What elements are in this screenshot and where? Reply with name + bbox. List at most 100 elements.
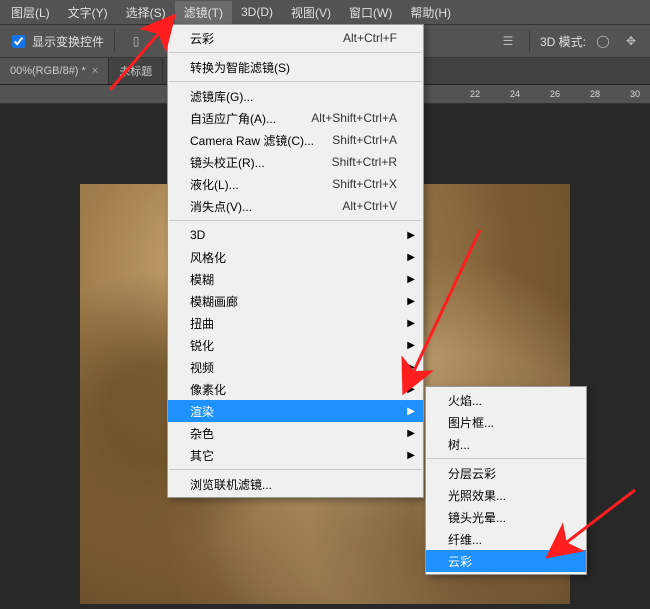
- menu-item-label: 云彩: [190, 30, 214, 47]
- ruler-tick: 26: [550, 89, 560, 99]
- menu-item-label: 像素化: [190, 381, 226, 398]
- menu-item-other[interactable]: 其它 ▶: [168, 444, 423, 466]
- menu-item-3d[interactable]: 3D▶: [168, 224, 423, 246]
- submenu-item-difference-clouds[interactable]: 分层云彩: [426, 462, 586, 484]
- submenu-item-lens-flare[interactable]: 镜头光晕...: [426, 506, 586, 528]
- menu-item-label: 图片框...: [448, 414, 494, 431]
- orbit-icon[interactable]: ◯: [592, 30, 614, 52]
- menu-item-label: 视频: [190, 359, 214, 376]
- menu-item-pixelate[interactable]: 像素化 ▶: [168, 378, 423, 400]
- menu-item-shortcut: Alt+Ctrl+F: [343, 31, 397, 45]
- menu-item-sharpen[interactable]: 锐化 ▶: [168, 334, 423, 356]
- menu-item-label: Camera Raw 滤镜(C)...: [190, 132, 314, 149]
- menu-item-label: 云彩: [448, 553, 472, 570]
- menu-item-blur-gallery[interactable]: 模糊画廊 ▶: [168, 290, 423, 312]
- menu-item-camera-raw[interactable]: Camera Raw 滤镜(C)... Shift+Ctrl+A: [168, 129, 423, 151]
- menu-item-label: 锐化: [190, 337, 214, 354]
- submenu-item-fibers[interactable]: 纤维...: [426, 528, 586, 550]
- pan-icon[interactable]: ✥: [620, 30, 642, 52]
- menu-item-label: 纤维...: [448, 531, 482, 548]
- menu-item-shortcut: Alt+Shift+Ctrl+A: [311, 111, 397, 125]
- close-icon[interactable]: ×: [92, 65, 98, 77]
- menu-item-label: 其它: [190, 447, 214, 464]
- menu-item-label: 自适应广角(A)...: [190, 110, 276, 127]
- menu-item-label: 扭曲: [190, 315, 214, 332]
- submenu-item-clouds[interactable]: 云彩: [426, 550, 586, 572]
- align-icon[interactable]: ☰: [497, 30, 519, 52]
- menu-item-blur[interactable]: 模糊 ▶: [168, 268, 423, 290]
- chevron-right-icon: ▶: [407, 318, 415, 329]
- menu-item-label: 消失点(V)...: [190, 198, 252, 215]
- chevron-right-icon: ▶: [407, 296, 415, 307]
- chevron-right-icon: ▶: [407, 340, 415, 351]
- menu-item-label: 渲染: [190, 403, 214, 420]
- menu-item-render[interactable]: 渲染 ▶: [168, 400, 423, 422]
- menu-item-convert-smart[interactable]: 转换为智能滤镜(S): [168, 56, 423, 78]
- menu-item-noise[interactable]: 杂色 ▶: [168, 422, 423, 444]
- menu-item-label: 树...: [448, 436, 470, 453]
- menu-3d[interactable]: 3D(D): [232, 2, 282, 22]
- chevron-right-icon: ▶: [407, 406, 415, 417]
- transform-label: 显示变换控件: [32, 33, 104, 50]
- ruler-tick: 22: [470, 89, 480, 99]
- menu-item-label: 浏览联机滤镜...: [190, 476, 272, 493]
- menu-item-label: 风格化: [190, 249, 226, 266]
- menu-item-browse-online[interactable]: 浏览联机滤镜...: [168, 473, 423, 495]
- menu-item-label: 转换为智能滤镜(S): [190, 59, 290, 76]
- tab-label: 00%(RGB/8#) *: [10, 65, 86, 77]
- menu-item-shortcut: Shift+Ctrl+R: [332, 155, 397, 169]
- show-transform-controls-checkbox[interactable]: 显示变换控件: [8, 32, 104, 51]
- menu-item-label: 模糊: [190, 271, 214, 288]
- render-submenu: 火焰... 图片框... 树... 分层云彩 光照效果... 镜头光晕... 纤…: [425, 386, 587, 575]
- filter-menu: 云彩 Alt+Ctrl+F 转换为智能滤镜(S) 滤镜库(G)... 自适应广角…: [167, 24, 424, 498]
- ruler-tick: 30: [630, 89, 640, 99]
- menu-item-lens-correction[interactable]: 镜头校正(R)... Shift+Ctrl+R: [168, 151, 423, 173]
- menu-item-shortcut: Alt+Ctrl+V: [342, 199, 397, 213]
- menu-item-label: 镜头校正(R)...: [190, 154, 265, 171]
- menu-item-vanishing-point[interactable]: 消失点(V)... Alt+Ctrl+V: [168, 195, 423, 217]
- submenu-item-lighting-effects[interactable]: 光照效果...: [426, 484, 586, 506]
- chevron-right-icon: ▶: [407, 252, 415, 263]
- menu-item-video[interactable]: 视频 ▶: [168, 356, 423, 378]
- menu-item-label: 分层云彩: [448, 465, 496, 482]
- ruler-tick: 28: [590, 89, 600, 99]
- tab-document-2[interactable]: 未标题: [109, 58, 163, 84]
- menu-item-filter-gallery[interactable]: 滤镜库(G)...: [168, 85, 423, 107]
- chevron-right-icon: ▶: [407, 384, 415, 395]
- menubar: 图层(L) 文字(Y) 选择(S) 滤镜(T) 3D(D) 视图(V) 窗口(W…: [0, 0, 650, 25]
- menu-help[interactable]: 帮助(H): [401, 1, 460, 24]
- submenu-item-picture-frame[interactable]: 图片框...: [426, 411, 586, 433]
- mode-label: 3D 模式:: [540, 33, 586, 50]
- chevron-right-icon: ▶: [407, 450, 415, 461]
- menu-item-label: 火焰...: [448, 392, 482, 409]
- chevron-right-icon: ▶: [407, 230, 415, 241]
- chevron-right-icon: ▶: [407, 274, 415, 285]
- menu-item-label: 镜头光晕...: [448, 509, 506, 526]
- menu-item-adaptive-wide-angle[interactable]: 自适应广角(A)... Alt+Shift+Ctrl+A: [168, 107, 423, 129]
- menu-window[interactable]: 窗口(W): [340, 1, 401, 24]
- chevron-right-icon: ▶: [407, 428, 415, 439]
- menu-item-label: 杂色: [190, 425, 214, 442]
- menu-type[interactable]: 文字(Y): [59, 1, 117, 24]
- ruler-tick: 24: [510, 89, 520, 99]
- menu-item-stylize[interactable]: 风格化 ▶: [168, 246, 423, 268]
- menu-item-label: 滤镜库(G)...: [190, 88, 253, 105]
- tab-document-1[interactable]: 00%(RGB/8#) * ×: [0, 58, 109, 84]
- menu-select[interactable]: 选择(S): [117, 1, 175, 24]
- menu-item-liquify[interactable]: 液化(L)... Shift+Ctrl+X: [168, 173, 423, 195]
- menu-layer[interactable]: 图层(L): [2, 1, 59, 24]
- menu-item-label: 光照效果...: [448, 487, 506, 504]
- menu-item-shortcut: Shift+Ctrl+A: [332, 133, 397, 147]
- menu-item-label: 液化(L)...: [190, 176, 239, 193]
- menu-item-last-filter[interactable]: 云彩 Alt+Ctrl+F: [168, 27, 423, 49]
- align-left-icon[interactable]: ▯: [125, 30, 147, 52]
- menu-filter[interactable]: 滤镜(T): [175, 1, 232, 24]
- menu-item-shortcut: Shift+Ctrl+X: [332, 177, 397, 191]
- submenu-item-tree[interactable]: 树...: [426, 433, 586, 455]
- chevron-right-icon: ▶: [407, 362, 415, 373]
- menu-view[interactable]: 视图(V): [282, 1, 340, 24]
- submenu-item-flame[interactable]: 火焰...: [426, 389, 586, 411]
- tab-label: 未标题: [119, 63, 152, 79]
- menu-item-distort[interactable]: 扭曲 ▶: [168, 312, 423, 334]
- menu-item-label: 模糊画廊: [190, 293, 238, 310]
